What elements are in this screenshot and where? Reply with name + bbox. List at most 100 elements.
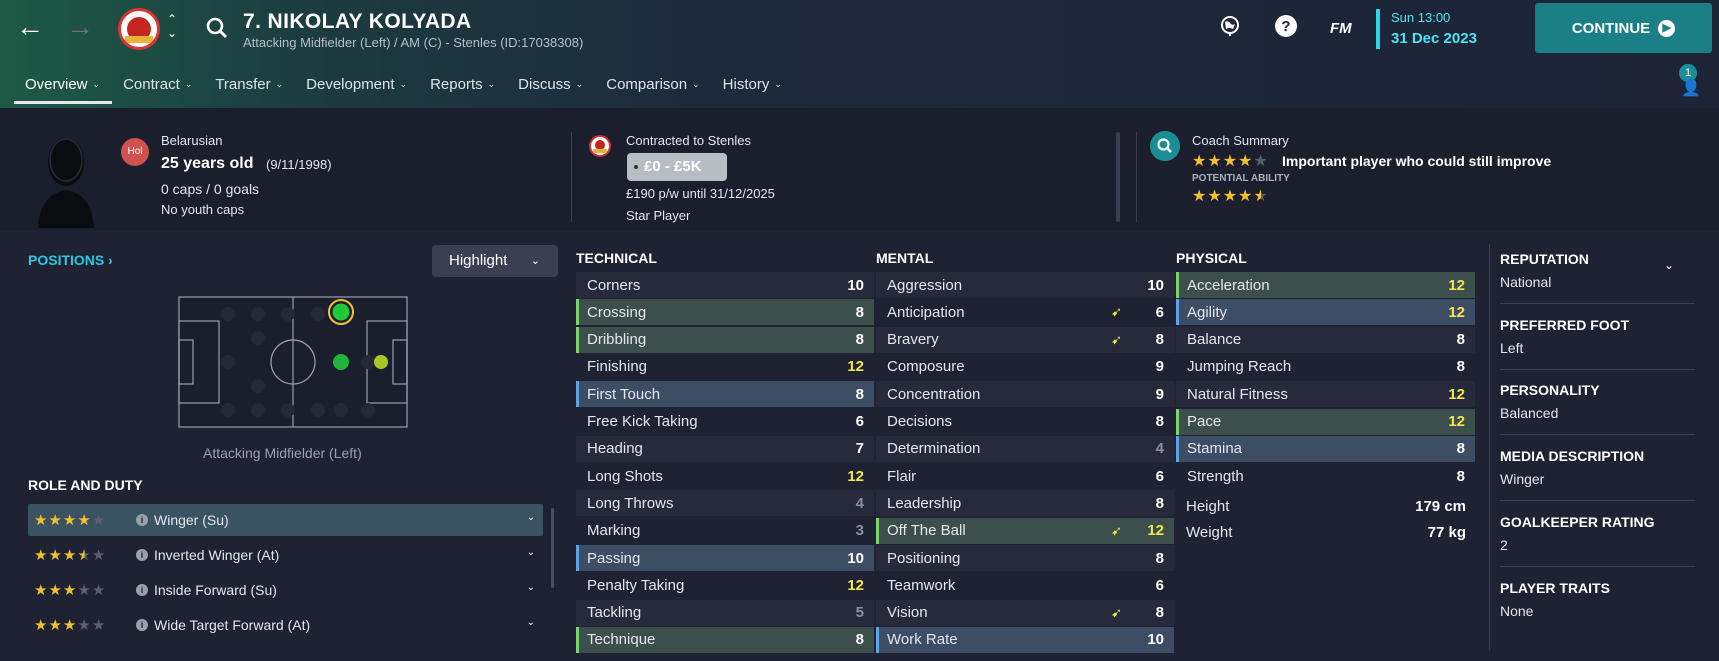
technical-attribute-row[interactable]: Dribbling 8 xyxy=(576,326,874,353)
tab-history[interactable]: History ⌄ xyxy=(712,70,794,104)
attribute-value: 12 xyxy=(847,576,864,594)
mental-attribute-row[interactable]: Determination 4 xyxy=(876,435,1174,462)
mental-attribute-row[interactable]: Decisions 8 xyxy=(876,409,1174,435)
attribute-value: 8 xyxy=(1155,494,1164,512)
coach-search-icon[interactable] xyxy=(1150,131,1180,161)
info-icon[interactable]: i xyxy=(136,619,148,631)
mental-attribute-row[interactable]: Leadership 8 xyxy=(876,490,1174,517)
tab-overview[interactable]: Overview ⌄ xyxy=(14,70,113,104)
technical-attribute-row[interactable]: Passing 10 xyxy=(576,545,874,571)
club-small-badge-icon[interactable] xyxy=(589,135,611,157)
attribute-name: Stamina xyxy=(1187,440,1243,458)
back-arrow-icon[interactable]: ← xyxy=(14,12,46,44)
sidebar-label: MEDIA DESCRIPTION xyxy=(1500,448,1645,465)
attribute-value: 8 xyxy=(1155,549,1164,567)
physical-attribute-row[interactable]: Agility 12 xyxy=(1176,299,1475,326)
globe-icon[interactable] xyxy=(1219,14,1241,36)
mental-attribute-row[interactable]: Work Rate 10 xyxy=(876,626,1174,653)
technical-attribute-row[interactable]: Finishing 12 xyxy=(576,354,874,380)
sidebar-label: PLAYER TRAITS xyxy=(1500,579,1610,596)
mental-attribute-row[interactable]: Teamwork 6 xyxy=(876,572,1174,598)
tab-transfer[interactable]: Transfer ⌄ xyxy=(204,70,295,104)
highlight-dropdown[interactable]: Highlight ⌄ xyxy=(432,245,558,277)
physical-attribute-row[interactable]: Balance 8 xyxy=(1176,326,1475,353)
sidebar-separator xyxy=(1500,303,1695,304)
attribute-name: Natural Fitness xyxy=(1187,385,1288,403)
info-icon[interactable]: i xyxy=(136,584,148,596)
player-switch-icon[interactable]: ⌃ ⌄ xyxy=(167,12,177,40)
date-accent-bar xyxy=(1376,9,1380,49)
technical-attribute-row[interactable]: Heading 7 xyxy=(576,435,874,462)
mental-attribute-row[interactable]: Off The Ball ➹ 12 xyxy=(876,517,1174,544)
youth-caps: No youth caps xyxy=(161,202,245,217)
role-row[interactable]: ★★★★★ i Winger (Su) ⌄ xyxy=(28,504,543,536)
tab-development[interactable]: Development ⌄ xyxy=(295,70,419,104)
physical-attribute-row[interactable]: Pace 12 xyxy=(1176,408,1475,435)
role-row[interactable]: ★★★★★ i Wide Target Forward (At) ⌄ xyxy=(28,609,543,641)
attribute-name: Finishing xyxy=(587,358,648,376)
fm-menu-icon[interactable]: FM xyxy=(1330,20,1352,37)
coach-summary-text: Important player who could still improve xyxy=(1282,153,1552,169)
mental-attribute-row[interactable]: Flair 6 xyxy=(876,463,1174,489)
weight-value: 77 kg xyxy=(1427,524,1466,541)
contract-club[interactable]: Contracted to Stenles xyxy=(626,133,751,148)
mental-attribute-row[interactable]: Vision ➹ 8 xyxy=(876,599,1174,626)
attribute-value: 6 xyxy=(1155,303,1164,321)
tab-contract[interactable]: Contract ⌄ xyxy=(112,70,204,104)
forward-arrow-icon[interactable]: → xyxy=(64,12,96,44)
technical-attribute-row[interactable]: First Touch 8 xyxy=(576,381,874,408)
technical-attribute-row[interactable]: Long Throws 4 xyxy=(576,490,874,517)
mental-attribute-row[interactable]: Concentration 9 xyxy=(876,381,1174,408)
club-badge-icon[interactable] xyxy=(118,8,160,50)
physical-attribute-row[interactable]: Jumping Reach 8 xyxy=(1176,354,1475,380)
technical-attribute-row[interactable]: Crossing 8 xyxy=(576,299,874,326)
attribute-name: Off The Ball xyxy=(887,522,966,540)
chevron-down-icon[interactable]: ⌄ xyxy=(527,547,535,558)
mental-attribute-row[interactable]: Bravery ➹ 8 xyxy=(876,326,1174,353)
attribute-value: 9 xyxy=(1155,358,1164,376)
attribute-name: Positioning xyxy=(887,549,961,567)
technical-attribute-row[interactable]: Corners 10 xyxy=(576,272,874,298)
continue-button[interactable]: CONTINUE ▶ xyxy=(1535,3,1712,53)
attribute-value: 12 xyxy=(1147,522,1164,540)
position-pitch-diagram[interactable] xyxy=(178,296,408,428)
coach-summary-title: Coach Summary xyxy=(1192,133,1289,148)
tab-reports[interactable]: Reports ⌄ xyxy=(419,70,507,104)
person-icon[interactable]: 👤 xyxy=(1681,78,1701,98)
tab-discuss[interactable]: Discuss ⌄ xyxy=(507,70,595,104)
game-time: Sun 13:00 xyxy=(1391,10,1451,25)
info-icon[interactable]: i xyxy=(136,549,148,561)
mental-attribute-row[interactable]: Positioning 8 xyxy=(876,545,1174,571)
role-list-scrollbar[interactable] xyxy=(551,508,554,588)
search-icon[interactable] xyxy=(206,17,228,39)
physical-attribute-row[interactable]: Stamina 8 xyxy=(1176,435,1475,462)
tab-label: Contract xyxy=(123,76,180,93)
mental-attribute-row[interactable]: Anticipation ➹ 6 xyxy=(876,299,1174,325)
technical-attribute-row[interactable]: Marking 3 xyxy=(576,518,874,544)
height-value: 179 cm xyxy=(1415,498,1466,515)
help-icon[interactable]: ? xyxy=(1274,14,1298,38)
reputation-chevron-icon[interactable]: ⌄ xyxy=(1664,258,1674,272)
nationality[interactable]: Belarusian xyxy=(161,133,222,148)
chevron-down-icon[interactable]: ⌄ xyxy=(527,617,535,628)
technical-attribute-row[interactable]: Long Shots 12 xyxy=(576,463,874,489)
tab-comparison[interactable]: Comparison ⌄ xyxy=(595,70,711,104)
mental-attribute-row[interactable]: Composure 9 xyxy=(876,354,1174,380)
physical-attribute-row[interactable]: Strength 8 xyxy=(1176,463,1475,489)
technical-attribute-row[interactable]: Penalty Taking 12 xyxy=(576,572,874,598)
sidebar-value: National xyxy=(1500,274,1552,290)
technical-attribute-row[interactable]: Technique 8 xyxy=(576,626,874,653)
physical-attribute-row[interactable]: Natural Fitness 12 xyxy=(1176,381,1475,408)
info-icon[interactable]: i xyxy=(136,514,148,526)
mental-attribute-row[interactable]: Aggression 10 xyxy=(876,272,1174,298)
physical-attribute-row[interactable]: Acceleration 12 xyxy=(1176,272,1475,298)
role-row[interactable]: ★★★★★ i Inside Forward (Su) ⌄ xyxy=(28,574,543,606)
chevron-down-icon[interactable]: ⌄ xyxy=(527,512,535,523)
positions-link[interactable]: POSITIONS › xyxy=(28,252,113,268)
sidebar-item-goalkeeper-rating: GOALKEEPER RATING 2 xyxy=(1500,514,1695,553)
technical-attribute-row[interactable]: Tackling 5 xyxy=(576,599,874,626)
technical-attribute-row[interactable]: Free Kick Taking 6 xyxy=(576,409,874,435)
chevron-down-icon[interactable]: ⌄ xyxy=(527,582,535,593)
nationality-badge[interactable]: Hol xyxy=(121,138,149,166)
role-row[interactable]: ★★★★★ i Inverted Winger (At) ⌄ xyxy=(28,539,543,571)
